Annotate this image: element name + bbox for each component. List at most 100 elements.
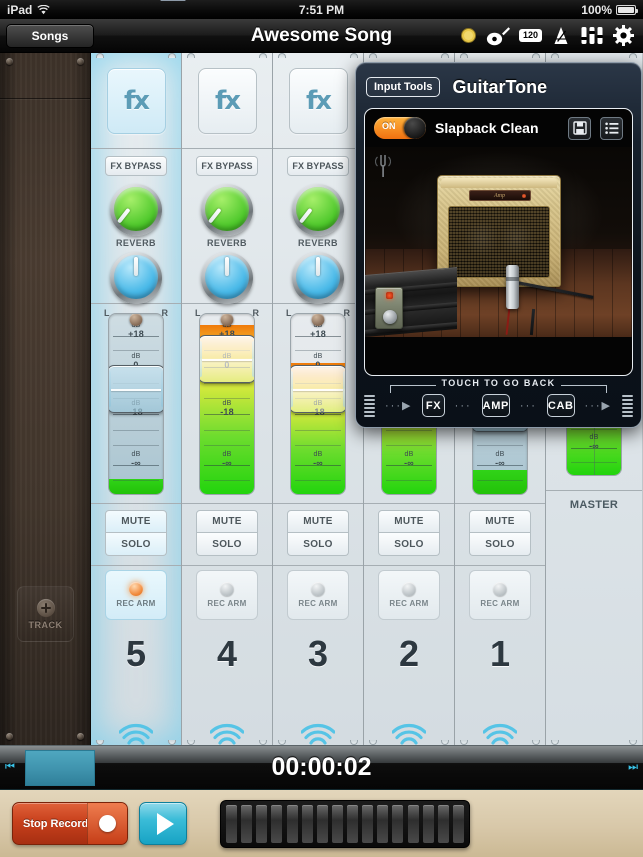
rec-arm-button[interactable]: REC ARM [105,570,167,620]
fx-bypass-button[interactable]: FX BYPASS [196,156,258,176]
reverb-label: REVERB [116,238,156,248]
fader-thumb[interactable] [109,364,163,413]
transport-bar: Stop Recording [0,790,643,857]
plus-icon [36,598,55,617]
mute-solo-section: MUTE SOLO [273,504,363,566]
track-number-section: 3 [273,624,363,684]
fx-bypass-button[interactable]: FX BYPASS [287,156,349,176]
fader-track[interactable]: +18 dB 0 dB -18 dB -∞ dB [108,312,164,495]
rec-arm-button[interactable]: REC ARM [378,570,440,620]
metronome-light-icon[interactable] [460,27,477,44]
fader-tick-minor [113,444,159,446]
touch-to-go-back-label: TOUCH TO GO BACK [441,378,556,388]
mixer-faders-icon[interactable] [580,26,604,45]
fader-section[interactable]: +18 dB 0 dB -18 dB -∞ dB [91,304,181,504]
mute-button[interactable]: MUTE [105,510,167,533]
fx-section[interactable]: fx [182,53,272,149]
solo-button[interactable]: SOLO [469,533,531,556]
amp-stage-graphic[interactable]: Amp [365,147,632,337]
fader-section[interactable]: +18 dB 0 dB -18 dB -∞ dB [273,304,363,504]
channel-strip-3[interactable]: fx FX BYPASS REVERB L R +18 dB -∞ dB MUT… [273,53,364,745]
reverb-knob-wrap[interactable] [91,180,181,238]
reverb-knob-wrap[interactable] [182,180,272,238]
chain-button-amp[interactable]: AMP [481,394,510,417]
fx-button[interactable]: fx [106,67,166,134]
solo-button[interactable]: SOLO [196,533,258,556]
rec-arm-led-icon [129,582,143,596]
pan-knob-wrap[interactable] [91,248,181,306]
timeline-bar[interactable]: ⏮ 00:00:02 ⏭ [0,745,643,790]
rec-arm-section: REC ARM [273,566,363,624]
track-number-section: 5 [91,624,181,684]
reverb-knob[interactable] [201,184,253,236]
fx-icon: fx [214,85,241,116]
fader-tick-label: +18 dB [128,322,144,339]
metronome-icon[interactable] [551,26,571,45]
track-number: 2 [398,633,420,674]
mute-solo-section: MUTE SOLO [364,504,454,566]
mute-button[interactable]: MUTE [469,510,531,533]
solo-button[interactable]: SOLO [378,533,440,556]
input-tools-button[interactable]: Input Tools [366,77,441,97]
add-track-button[interactable]: TRACK [17,586,74,642]
chain-button-fx[interactable]: FX [422,394,445,417]
fader-section[interactable]: +18 dB 0 dB -18 dB -∞ dB [182,304,272,504]
pan-knob-wrap[interactable] [182,248,272,306]
solo-button[interactable]: SOLO [105,533,167,556]
channel-strip-4[interactable]: fx FX BYPASS REVERB L R +18 -18 dB -∞ dB… [182,53,273,745]
preset-list-icon[interactable] [600,116,623,140]
track-number-section: 4 [182,624,272,684]
rec-arm-label: REC ARM [480,599,520,608]
fx-button[interactable]: fx [288,67,348,134]
chain-dots-icon: ··· [454,399,472,412]
fx-bypass-button[interactable]: FX BYPASS [105,156,167,176]
rec-arm-button[interactable]: REC ARM [469,570,531,620]
track-number-section: 1 [455,624,545,684]
fx-section[interactable]: fx [91,53,181,149]
fx-section[interactable]: fx [273,53,363,149]
mute-button[interactable]: MUTE [378,510,440,533]
reverb-knob-wrap[interactable] [273,180,363,238]
mute-button[interactable]: MUTE [196,510,258,533]
panel-divider [0,98,90,99]
pan-knob-wrap[interactable] [273,248,363,306]
reverb-knob[interactable] [292,184,344,236]
fader-tick-minor [113,429,159,431]
chain-button-cab[interactable]: CAB [546,394,575,417]
keyboard-icon[interactable] [220,799,470,848]
mute-button[interactable]: MUTE [287,510,349,533]
settings-gear-icon[interactable] [613,25,634,46]
fader-cap-dot [129,313,143,326]
rec-arm-label: REC ARM [207,599,247,608]
stop-recording-button[interactable]: Stop Recording [12,802,128,845]
popover-body: ON Slapback Clean Amp [364,108,633,376]
channel-strip-5[interactable]: fx FX BYPASS REVERB L R +18 dB -∞ dB MUT… [91,53,182,745]
pan-knob[interactable] [201,252,253,304]
fader-track[interactable]: +18 dB 0 dB -18 dB -∞ dB [290,312,346,495]
chain-dots-icon: ··· [519,399,537,412]
fader-thumb[interactable] [200,334,254,383]
rec-arm-led-icon [220,582,234,596]
solo-button[interactable]: SOLO [287,533,349,556]
reverb-knob[interactable] [110,184,162,236]
pan-knob[interactable] [292,252,344,304]
fader-track[interactable]: +18 dB 0 dB -18 dB -∞ dB [199,312,255,495]
fx-icon: fx [123,85,150,116]
guitar-icon[interactable] [486,26,510,46]
rec-arm-button[interactable]: REC ARM [196,570,258,620]
play-button[interactable] [139,802,187,845]
popover-title: GuitarTone [452,76,548,97]
tempo-icon[interactable]: 120 [518,29,542,42]
rec-arm-section: REC ARM [455,566,545,624]
amp-brand-label: Amp [494,192,505,199]
track-number: 4 [216,633,238,674]
bracket-line-right [561,385,607,386]
fx-button[interactable]: fx [197,67,257,134]
save-disk-icon[interactable] [568,116,591,140]
wireless-icon [483,723,517,745]
fader-tick-minor [113,349,159,351]
amp-power-toggle[interactable]: ON [374,117,426,139]
fader-thumb[interactable] [291,364,345,413]
pan-knob[interactable] [110,252,162,304]
rec-arm-button[interactable]: REC ARM [287,570,349,620]
